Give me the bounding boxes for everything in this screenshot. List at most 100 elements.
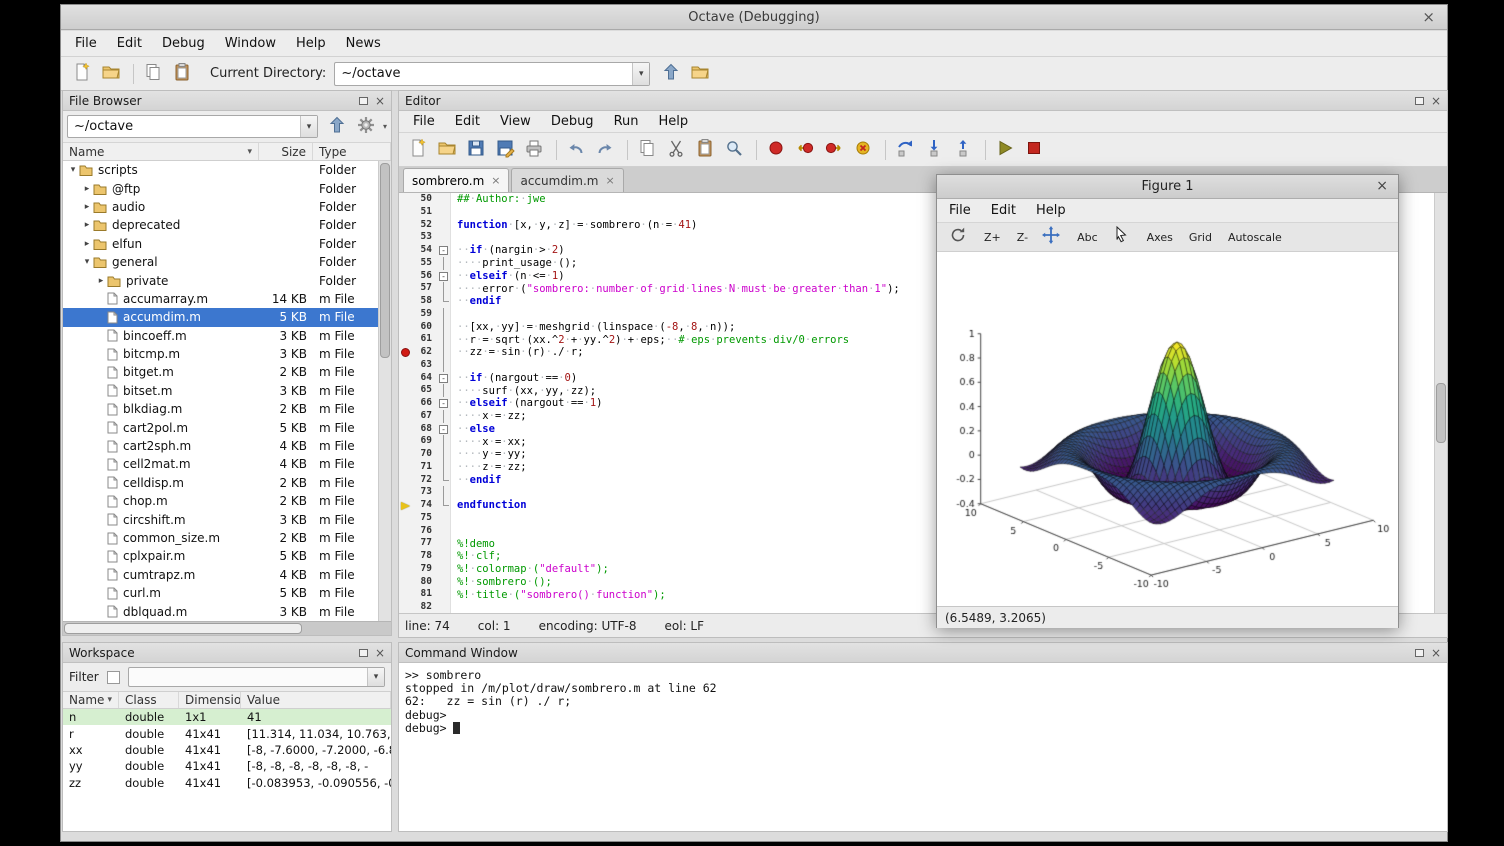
pointer-button[interactable] — [1108, 224, 1134, 250]
step-out-button[interactable] — [950, 137, 976, 163]
rotate-button[interactable] — [945, 224, 971, 250]
editor-undock-icon[interactable] — [1415, 97, 1424, 105]
file-row-bitset.m[interactable]: bitset.m3 KBm File — [63, 382, 391, 400]
file-row-dblquad.m[interactable]: dblquad.m3 KBm File — [63, 602, 391, 620]
expander-icon[interactable]: ▸ — [81, 202, 93, 212]
scrollbar-thumb[interactable] — [380, 163, 390, 358]
filter-combobox[interactable]: ▾ — [128, 667, 385, 687]
grid-button[interactable]: Grid — [1183, 228, 1218, 247]
figure-titlebar[interactable]: Figure 1 × — [937, 175, 1398, 199]
column-header-size[interactable]: Size — [259, 143, 313, 160]
paste-button[interactable] — [169, 61, 195, 87]
file-browser-close-icon[interactable]: × — [375, 96, 385, 106]
find-button[interactable] — [721, 137, 747, 163]
scrollbar-thumb[interactable] — [64, 623, 302, 634]
file-row-elfun[interactable]: ▸elfunFolder — [63, 235, 391, 253]
workspace-column-class[interactable]: Class — [119, 692, 179, 708]
tab-sombrero.m[interactable]: sombrero.m× — [403, 168, 509, 192]
tab-accumdim.m[interactable]: accumdim.m× — [511, 168, 623, 192]
undo-button[interactable] — [563, 137, 589, 163]
gear-button[interactable] — [353, 114, 379, 140]
copy-button[interactable] — [634, 137, 660, 163]
pan-button[interactable] — [1038, 224, 1064, 250]
chevron-down-icon[interactable]: ▾ — [367, 668, 384, 686]
column-header-type[interactable]: Type — [313, 143, 391, 160]
file-row-blkdiag.m[interactable]: blkdiag.m2 KBm File — [63, 400, 391, 418]
file-row-audio[interactable]: ▸audioFolder — [63, 198, 391, 216]
command-window-close-icon[interactable]: × — [1431, 648, 1441, 658]
menu-edit[interactable]: Edit — [107, 32, 152, 55]
open-folder-button[interactable] — [98, 61, 124, 87]
column-header-name[interactable]: Name▾ — [63, 143, 259, 160]
step-over-button[interactable] — [892, 137, 918, 163]
expander-icon[interactable]: ▾ — [67, 165, 79, 175]
editor-menu-help[interactable]: Help — [649, 110, 699, 133]
editor-menu-debug[interactable]: Debug — [541, 110, 604, 133]
bp-next-button[interactable] — [821, 137, 847, 163]
command-window-undock-icon[interactable] — [1415, 649, 1424, 657]
expander-icon[interactable]: ▸ — [95, 276, 107, 286]
bp-prev-button[interactable] — [792, 137, 818, 163]
workspace-column-dimension[interactable]: Dimension — [179, 692, 241, 708]
file-row-accumdim.m[interactable]: accumdim.m5 KBm File — [63, 308, 391, 326]
fold-margin[interactable]: - — [437, 372, 451, 385]
bp-clear-button[interactable] — [850, 137, 876, 163]
file-row-cart2pol.m[interactable]: cart2pol.m5 KBm File — [63, 418, 391, 436]
variable-row-xx[interactable]: xxdouble41x41[-8, -7.6000, -7.2000, -6.8 — [63, 742, 391, 758]
paste-button[interactable] — [692, 137, 718, 163]
save-as-button[interactable] — [492, 137, 518, 163]
figure-menu-edit[interactable]: Edit — [981, 199, 1026, 222]
fold-margin[interactable]: - — [437, 397, 451, 410]
autoscale-button[interactable]: Autoscale — [1222, 228, 1288, 247]
window-close-icon[interactable]: × — [1422, 8, 1435, 26]
expander-icon[interactable]: ▸ — [81, 220, 93, 230]
tab-close-icon[interactable]: × — [605, 174, 614, 187]
file-row-deprecated[interactable]: ▸deprecatedFolder — [63, 216, 391, 234]
file-row-bincoeff.m[interactable]: bincoeff.m3 KBm File — [63, 327, 391, 345]
file-row-cell2mat.m[interactable]: cell2mat.m4 KBm File — [63, 455, 391, 473]
figure-plot-area[interactable] — [937, 252, 1398, 606]
zoom-out-button[interactable]: Z- — [1011, 228, 1034, 247]
chevron-down-icon[interactable]: ▾ — [300, 116, 317, 137]
menu-file[interactable]: File — [65, 32, 107, 55]
fold-collapse-icon[interactable]: - — [439, 246, 448, 255]
fold-collapse-icon[interactable]: - — [439, 272, 448, 281]
new-script-button[interactable] — [405, 137, 431, 163]
menu-window[interactable]: Window — [215, 32, 286, 55]
axes-button[interactable]: Axes — [1141, 228, 1179, 247]
run-button[interactable] — [992, 137, 1018, 163]
fold-margin[interactable]: - — [437, 244, 451, 257]
new-script-button[interactable] — [69, 61, 95, 87]
up-directory-button[interactable] — [324, 114, 350, 140]
file-browser-undock-icon[interactable] — [359, 97, 368, 105]
current-directory-combobox[interactable]: ~/octave ▾ — [334, 62, 650, 86]
file-browser-horizontal-scrollbar[interactable] — [63, 621, 391, 635]
save-button[interactable] — [463, 137, 489, 163]
file-row-cart2sph.m[interactable]: cart2sph.m4 KBm File — [63, 437, 391, 455]
expander-icon[interactable]: ▸ — [81, 184, 93, 194]
menu-help[interactable]: Help — [286, 32, 336, 55]
editor-menu-view[interactable]: View — [490, 110, 541, 133]
fold-collapse-icon[interactable]: - — [439, 374, 448, 383]
figure-menu-help[interactable]: Help — [1026, 199, 1076, 222]
file-row-bitget.m[interactable]: bitget.m2 KBm File — [63, 363, 391, 381]
breakpoint-icon[interactable] — [401, 348, 410, 357]
editor-vertical-scrollbar[interactable] — [1434, 193, 1447, 615]
stop-button[interactable] — [1021, 137, 1047, 163]
step-in-button[interactable] — [921, 137, 947, 163]
menu-news[interactable]: News — [336, 32, 391, 55]
fold-margin[interactable]: - — [437, 423, 451, 436]
print-button[interactable] — [521, 137, 547, 163]
file-row-private[interactable]: ▸privateFolder — [63, 271, 391, 289]
redo-button[interactable] — [592, 137, 618, 163]
workspace-column-value[interactable]: Value — [241, 692, 391, 708]
menu-debug[interactable]: Debug — [152, 32, 215, 55]
variable-row-yy[interactable]: yydouble41x41[-8, -8, -8, -8, -8, -8, - — [63, 758, 391, 774]
file-row-bitcmp.m[interactable]: bitcmp.m3 KBm File — [63, 345, 391, 363]
figure-close-icon[interactable]: × — [1376, 178, 1388, 194]
scrollbar-thumb[interactable] — [1436, 383, 1446, 443]
file-row-scripts[interactable]: ▾scriptsFolder — [63, 161, 391, 179]
open-folder-button[interactable] — [434, 137, 460, 163]
file-row-circshift.m[interactable]: circshift.m3 KBm File — [63, 510, 391, 528]
command-window-output[interactable]: >> sombrerostopped in /m/plot/draw/sombr… — [399, 663, 1447, 831]
